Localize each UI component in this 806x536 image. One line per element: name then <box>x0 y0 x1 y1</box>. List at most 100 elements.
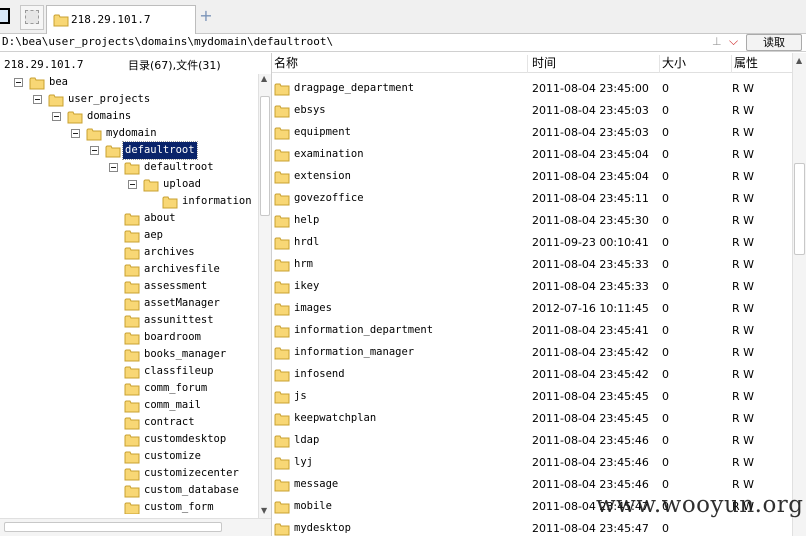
file-name: govezoffice <box>294 192 364 204</box>
file-row[interactable]: examination 2011-08-04 23:45:04 0 R W <box>272 144 792 166</box>
tree-node[interactable]: domains <box>0 108 258 125</box>
tree-node[interactable]: assetManager <box>0 295 258 312</box>
folder-icon-wrap <box>274 522 290 536</box>
file-size: 0 <box>662 346 669 359</box>
folder-icon <box>274 413 290 426</box>
tree-node[interactable]: assunittest <box>0 312 258 329</box>
file-row[interactable]: dragpage_department 2011-08-04 23:45:00 0 R… <box>272 78 792 100</box>
list-vertical-scrollbar[interactable]: ▲ <box>792 53 806 536</box>
file-time: 2011-08-04 23:45:11 <box>532 192 649 205</box>
tree-node[interactable]: books_manager <box>0 346 258 363</box>
tree-node[interactable]: contract <box>0 414 258 431</box>
file-size: 0 <box>662 368 669 381</box>
tree-node[interactable]: comm_mail <box>0 397 258 414</box>
add-tab-button[interactable]: + <box>198 8 214 24</box>
folder-icon-wrap <box>274 302 290 319</box>
file-row[interactable]: govezoffice 2011-08-04 23:45:11 0 R W <box>272 188 792 210</box>
file-size: 0 <box>662 434 669 447</box>
collapse-toggle-icon[interactable] <box>90 146 99 155</box>
tree-node[interactable]: defaultroot <box>0 141 258 160</box>
file-name: mydesktop <box>294 522 351 534</box>
tree-node[interactable]: archivesfile <box>0 261 258 278</box>
tree-node-label: books_manager <box>144 348 227 360</box>
tree-node[interactable]: upload <box>0 176 258 193</box>
path-sort-icon[interactable]: ⊥ <box>712 35 722 48</box>
tree-node[interactable]: custom_database <box>0 482 258 499</box>
tree-node[interactable]: assessment <box>0 278 258 295</box>
collapse-toggle-icon[interactable] <box>128 180 137 189</box>
tree-node[interactable]: customizecenter <box>0 465 258 482</box>
scroll-up-icon[interactable]: ▲ <box>796 56 802 65</box>
tree-node[interactable]: comm_forum <box>0 380 258 397</box>
file-name: examination <box>294 148 364 160</box>
file-row[interactable]: infosend 2011-08-04 23:45:42 0 R W <box>272 364 792 386</box>
file-row[interactable]: lyj 2011-08-04 23:45:46 0 R W <box>272 452 792 474</box>
file-row[interactable]: information_department 2011-08-04 23:45:4… <box>272 320 792 342</box>
file-name: hrm <box>294 258 313 270</box>
tree-node[interactable]: aep <box>0 227 258 244</box>
column-header-name[interactable]: 名称 <box>272 55 528 73</box>
collapse-toggle-icon[interactable] <box>71 129 80 138</box>
file-row[interactable]: images 2012-07-16 10:11:45 0 R W <box>272 298 792 320</box>
tab-host[interactable]: 218.29.101.7 <box>46 5 196 34</box>
tree-vertical-scrollbar[interactable]: ▲ ▼ <box>258 74 271 518</box>
file-row[interactable]: ebsys 2011-08-04 23:45:03 0 R W <box>272 100 792 122</box>
file-row[interactable]: js 2011-08-04 23:45:45 0 R W <box>272 386 792 408</box>
tree-node[interactable]: customdesktop <box>0 431 258 448</box>
file-row[interactable]: help 2011-08-04 23:45:30 0 R W <box>272 210 792 232</box>
tree-node[interactable]: bea <box>0 74 258 91</box>
collapse-toggle-icon[interactable] <box>109 163 118 172</box>
blank-page-icon <box>25 10 39 24</box>
tree-node-label: customize <box>144 450 201 462</box>
folder-icon <box>274 259 290 272</box>
collapse-toggle-icon[interactable] <box>14 78 23 87</box>
path-bar: D:\bea\user_projects\domains\mydomain\de… <box>0 34 806 52</box>
file-row[interactable]: mydesktop 2011-08-04 23:45:47 0 <box>272 518 792 536</box>
file-attr: R W <box>732 368 755 381</box>
tree-node[interactable]: defaultroot <box>0 159 258 176</box>
file-row[interactable]: information_manager 2011-08-04 23:45:42 0 R… <box>272 342 792 364</box>
file-row[interactable]: hrdl 2011-09-23 00:10:41 0 R W <box>272 232 792 254</box>
collapse-toggle-icon[interactable] <box>52 112 61 121</box>
file-row[interactable]: keepwatchplan 2011-08-04 23:45:45 0 R W <box>272 408 792 430</box>
folder-icon <box>67 111 83 124</box>
tree-horizontal-scrollbar[interactable] <box>0 518 271 536</box>
scroll-up-icon[interactable]: ▲ <box>261 74 267 83</box>
file-attr: R W <box>732 390 755 403</box>
file-attr: R W <box>732 82 755 95</box>
tree-node[interactable]: about <box>0 210 258 227</box>
tree-node[interactable]: customize <box>0 448 258 465</box>
scroll-down-icon[interactable]: ▼ <box>261 506 267 515</box>
scroll-thumb[interactable] <box>260 96 270 216</box>
tree-node[interactable]: mydomain <box>0 125 258 142</box>
scroll-thumb[interactable] <box>794 163 805 255</box>
tree-node[interactable]: archives <box>0 244 258 261</box>
file-name: extension <box>294 170 351 182</box>
chevron-down-icon[interactable]: ⌵ <box>729 34 738 49</box>
folder-icon <box>124 451 140 464</box>
path-input[interactable]: D:\bea\user_projects\domains\mydomain\de… <box>0 35 700 51</box>
collapse-toggle-icon[interactable] <box>33 95 42 104</box>
scroll-thumb[interactable] <box>4 522 222 532</box>
column-header-time[interactable]: 时间 <box>530 55 660 73</box>
tree-node[interactable]: custom_form <box>0 499 258 514</box>
folder-icon <box>143 179 159 192</box>
file-row[interactable]: equipment 2011-08-04 23:45:03 0 R W <box>272 122 792 144</box>
file-row[interactable]: extension 2011-08-04 23:45:04 0 R W <box>272 166 792 188</box>
file-time: 2011-08-04 23:45:00 <box>532 82 649 95</box>
tree-node-label: comm_mail <box>144 399 201 411</box>
tree-node[interactable]: boardroom <box>0 329 258 346</box>
column-header-size[interactable]: 大小 <box>660 55 732 73</box>
tree-node[interactable]: user_projects <box>0 91 258 108</box>
file-row[interactable]: hrm 2011-08-04 23:45:33 0 R W <box>272 254 792 276</box>
tree-node[interactable]: classfileup <box>0 363 258 380</box>
file-row[interactable]: ldap 2011-08-04 23:45:46 0 R W <box>272 430 792 452</box>
folder-icon <box>274 391 290 404</box>
read-button[interactable]: 读取 <box>746 34 802 51</box>
column-header-attr[interactable]: 属性 <box>732 55 792 73</box>
file-row[interactable]: ikey 2011-08-04 23:45:33 0 R W <box>272 276 792 298</box>
tree-node[interactable]: information <box>0 193 258 210</box>
file-name: dragpage_department <box>294 82 415 94</box>
file-size: 0 <box>662 522 669 535</box>
file-name: hrdl <box>294 236 320 248</box>
